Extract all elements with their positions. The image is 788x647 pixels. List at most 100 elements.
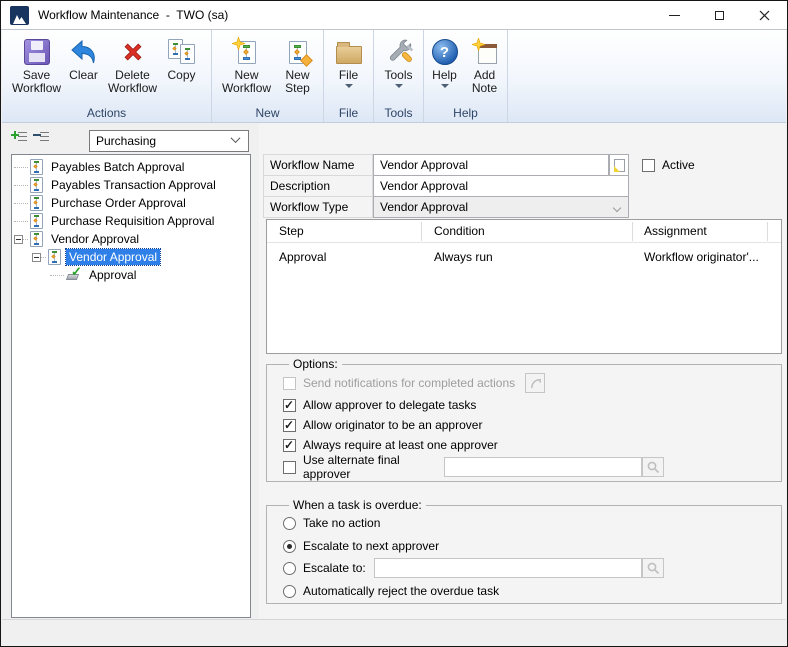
alternate-final-approver-checkbox[interactable] bbox=[283, 461, 296, 474]
column-header-assignment: Assignment bbox=[644, 220, 707, 242]
ribbon-group-tools: Tools Tools bbox=[374, 30, 424, 122]
note-icon bbox=[614, 159, 625, 172]
status-strip bbox=[2, 619, 786, 645]
option-row: Use alternate final approver bbox=[283, 457, 781, 477]
tree-toolbar bbox=[11, 129, 50, 145]
column-separator bbox=[767, 222, 768, 241]
description-field[interactable]: Vendor Approval bbox=[373, 175, 629, 197]
workflow-type-label: Workflow Type bbox=[263, 196, 373, 218]
notification-settings-button[interactable] bbox=[525, 373, 545, 393]
escalate-to-input[interactable] bbox=[374, 558, 642, 578]
active-label[interactable]: Active bbox=[662, 158, 695, 172]
new-step-icon bbox=[285, 39, 311, 65]
collapse-all-button[interactable] bbox=[33, 129, 50, 145]
tree-item-vendor-approval[interactable]: Vendor Approval bbox=[14, 230, 250, 248]
clear-button[interactable]: Clear bbox=[63, 35, 105, 83]
save-workflow-button[interactable]: Save Workflow bbox=[11, 35, 63, 96]
tools-menu-button[interactable]: Tools bbox=[377, 35, 421, 89]
tree-item-approval-step[interactable]: Approval bbox=[50, 266, 250, 284]
tree-item-purchase-order-approval[interactable]: Purchase Order Approval bbox=[14, 194, 250, 212]
folder-icon bbox=[336, 46, 362, 64]
magnifier-icon bbox=[646, 561, 660, 575]
add-note-button[interactable]: Add Note bbox=[464, 35, 506, 96]
workflow-node-icon bbox=[47, 249, 62, 265]
tree-connector bbox=[23, 239, 28, 240]
category-dropdown[interactable]: Purchasing bbox=[89, 130, 249, 152]
tree-connector bbox=[14, 221, 28, 222]
note-button[interactable] bbox=[609, 154, 629, 176]
new-workflow-button[interactable]: New Workflow bbox=[217, 35, 277, 96]
magnifier-icon bbox=[646, 460, 660, 474]
ribbon-group-label: Actions bbox=[2, 106, 211, 120]
workflow-type-dropdown[interactable]: Vendor Approval bbox=[373, 196, 629, 218]
ribbon-group-new: New Workflow New Step New bbox=[212, 30, 324, 122]
expander-minus-icon[interactable] bbox=[14, 235, 23, 244]
workflow-tree: Payables Batch Approval Payables Transac… bbox=[11, 154, 251, 618]
ribbon-toolbar: Save Workflow Clear Delete Workflow bbox=[2, 30, 786, 123]
options-group: Options: Send notifications for complete… bbox=[266, 357, 782, 482]
help-menu-button[interactable]: Help bbox=[426, 35, 464, 89]
overdue-row: Escalate to: bbox=[283, 558, 781, 578]
description-label: Description bbox=[263, 175, 373, 197]
new-workflow-icon bbox=[234, 39, 260, 65]
new-step-button[interactable]: New Step bbox=[277, 35, 319, 96]
take-no-action-radio[interactable] bbox=[283, 517, 296, 530]
workflow-node-icon bbox=[29, 231, 44, 247]
tree-item-payables-batch-approval[interactable]: Payables Batch Approval bbox=[14, 158, 250, 176]
column-separator bbox=[421, 222, 422, 241]
close-icon bbox=[759, 10, 770, 21]
options-legend: Options: bbox=[289, 357, 342, 371]
column-header-condition: Condition bbox=[434, 220, 485, 242]
tools-icon bbox=[385, 38, 413, 66]
auto-reject-radio[interactable] bbox=[283, 585, 296, 598]
column-separator bbox=[632, 222, 633, 241]
send-notifications-checkbox[interactable] bbox=[283, 377, 296, 390]
delete-workflow-button[interactable]: Delete Workflow bbox=[105, 35, 161, 96]
minimize-button[interactable] bbox=[652, 1, 697, 29]
tree-item-payables-transaction-approval[interactable]: Payables Transaction Approval bbox=[14, 176, 250, 194]
alternate-approver-input[interactable] bbox=[444, 457, 642, 477]
workflow-name-field[interactable]: Vendor Approval bbox=[373, 154, 609, 176]
expander-minus-icon[interactable] bbox=[32, 253, 41, 262]
workflow-maintenance-window: Workflow Maintenance - TWO (sa) Save Wor… bbox=[0, 0, 788, 647]
copy-button[interactable]: Copy bbox=[161, 35, 203, 83]
minimize-icon bbox=[669, 15, 680, 16]
option-row: Always require at least one approver bbox=[283, 437, 781, 453]
active-checkbox[interactable] bbox=[642, 159, 655, 172]
table-row[interactable]: Approval Always run Workflow originator'… bbox=[267, 246, 781, 266]
overdue-legend: When a task is overdue: bbox=[289, 498, 426, 512]
overdue-row: Escalate to next approver bbox=[283, 538, 781, 554]
originator-approver-checkbox[interactable] bbox=[283, 419, 296, 432]
ribbon-group-actions: Save Workflow Clear Delete Workflow bbox=[2, 30, 212, 122]
tree-connector bbox=[14, 203, 28, 204]
ribbon-group-file: File File bbox=[324, 30, 374, 122]
expand-all-button[interactable] bbox=[11, 129, 28, 145]
alternate-approver-lookup-button[interactable] bbox=[642, 457, 664, 477]
escalate-to-lookup-button[interactable] bbox=[642, 558, 664, 578]
help-sphere-icon bbox=[432, 39, 458, 65]
workflow-node-icon bbox=[29, 177, 44, 193]
option-row: Send notifications for completed actions bbox=[283, 373, 781, 393]
escalate-to-radio[interactable] bbox=[283, 562, 296, 575]
maximize-button[interactable] bbox=[697, 1, 742, 29]
ribbon-group-help: Help Add Note Help bbox=[424, 30, 508, 122]
floppy-disk-icon bbox=[24, 39, 50, 65]
ribbon-group-label: Help bbox=[424, 106, 507, 120]
tree-connector bbox=[41, 257, 46, 258]
tree-connector bbox=[14, 167, 28, 168]
copy-pages-icon bbox=[167, 38, 197, 66]
delegate-tasks-checkbox[interactable] bbox=[283, 399, 296, 412]
require-one-approver-checkbox[interactable] bbox=[283, 439, 296, 452]
tree-item-purchase-requisition-approval[interactable]: Purchase Requisition Approval bbox=[14, 212, 250, 230]
file-menu-button[interactable]: File bbox=[327, 35, 371, 89]
category-dropdown-value: Purchasing bbox=[96, 134, 156, 148]
chevron-down-icon bbox=[613, 204, 621, 212]
approval-step-icon bbox=[65, 268, 82, 283]
workflow-node-icon bbox=[29, 159, 44, 175]
tree-item-vendor-approval-step-group[interactable]: Vendor Approval bbox=[32, 248, 250, 266]
close-button[interactable] bbox=[742, 1, 787, 29]
escalate-next-approver-radio[interactable] bbox=[283, 540, 296, 553]
red-x-icon bbox=[119, 38, 147, 66]
steps-table-header: Step Condition Assignment bbox=[267, 220, 781, 243]
dropdown-arrow-icon bbox=[345, 84, 353, 88]
